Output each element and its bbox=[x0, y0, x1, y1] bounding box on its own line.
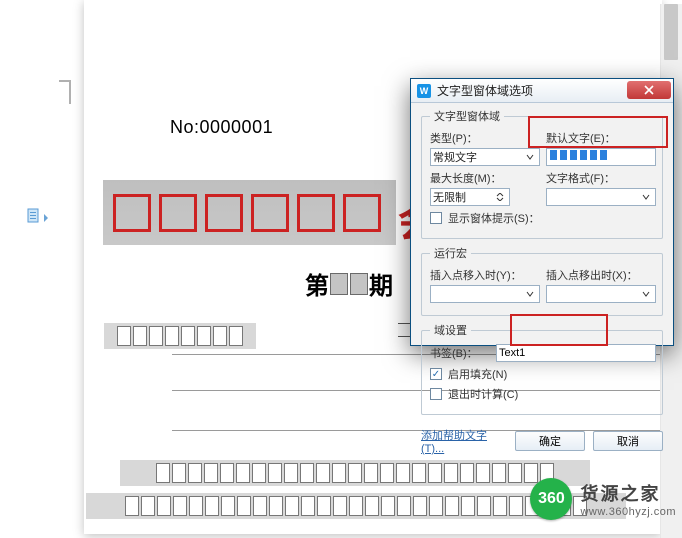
page-thumbnail-icon[interactable] bbox=[26, 208, 42, 224]
issue-prefix: 第 bbox=[305, 266, 329, 301]
chevron-down-icon bbox=[639, 190, 653, 204]
maxlen-label: 最大长度(M)： bbox=[430, 170, 540, 186]
text-form-field-options-dialog: W 文字型窗体域选项 文字型窗体域 类型(P)： 常规文字 默认文字(E)： bbox=[410, 78, 674, 346]
cancel-button[interactable]: 取消 bbox=[593, 431, 663, 451]
dialog-body: 文字型窗体域 类型(P)： 常规文字 默认文字(E)： bbox=[411, 103, 673, 427]
on-enter-label: 插入点移入时(Y)： bbox=[430, 267, 540, 283]
group-text-form-field: 文字型窗体域 类型(P)： 常规文字 默认文字(E)： bbox=[421, 108, 663, 239]
title-char-slot bbox=[297, 194, 335, 232]
title-char-slot bbox=[205, 194, 243, 232]
serial-number: No:0000001 bbox=[170, 117, 273, 138]
format-select[interactable] bbox=[546, 188, 656, 206]
serial-prefix: No: bbox=[170, 117, 200, 137]
app-icon: W bbox=[417, 84, 431, 98]
dropdown-caret-icon bbox=[44, 214, 48, 222]
title-char-slot bbox=[159, 194, 197, 232]
watermark-url: www.360hyzj.com bbox=[580, 506, 676, 518]
type-label: 类型(P)： bbox=[430, 130, 540, 146]
chevron-down-icon bbox=[523, 150, 537, 164]
ok-button[interactable]: 确定 bbox=[515, 431, 585, 451]
show-prompt-checkbox[interactable] bbox=[430, 212, 442, 224]
group-legend: 域设置 bbox=[430, 322, 471, 338]
calc-on-exit-checkbox[interactable] bbox=[430, 388, 442, 400]
default-text-input[interactable] bbox=[546, 148, 656, 166]
default-text-selection bbox=[549, 149, 653, 161]
title-char-slot bbox=[113, 194, 151, 232]
watermark-badge: 360 bbox=[530, 478, 572, 520]
stepper-icon bbox=[493, 190, 507, 204]
group-legend: 运行宏 bbox=[430, 245, 471, 261]
fill-enabled-checkbox[interactable] bbox=[430, 368, 442, 380]
calc-on-exit-label: 退出时计算(C) bbox=[448, 386, 518, 402]
chevron-down-icon bbox=[639, 287, 653, 301]
maxlen-value: 无限制 bbox=[433, 189, 466, 205]
type-select-value: 常规文字 bbox=[433, 149, 477, 165]
type-select[interactable]: 常规文字 bbox=[430, 148, 540, 166]
maxlen-stepper[interactable]: 无限制 bbox=[430, 188, 510, 206]
issue-slot[interactable] bbox=[350, 273, 368, 295]
issue-suffix: 期 bbox=[369, 266, 393, 301]
on-exit-select[interactable] bbox=[546, 285, 656, 303]
dialog-title: 文字型窗体域选项 bbox=[437, 82, 533, 99]
close-button[interactable] bbox=[627, 81, 671, 99]
issue-slot[interactable] bbox=[330, 273, 348, 295]
serial-value: 0000001 bbox=[200, 117, 274, 137]
dialog-button-row: 添加帮助文字(T)... 确定 取消 bbox=[411, 427, 673, 457]
form-field-strip[interactable] bbox=[120, 460, 590, 486]
watermark-cn: 货源之家 bbox=[580, 480, 676, 506]
bookmark-input[interactable] bbox=[496, 344, 656, 362]
title-char-slot bbox=[251, 194, 289, 232]
watermark-text: 货源之家 www.360hyzj.com bbox=[580, 480, 676, 518]
fill-enabled-label: 启用填充(N) bbox=[448, 366, 507, 382]
on-enter-select[interactable] bbox=[430, 285, 540, 303]
watermark: 360 货源之家 www.360hyzj.com bbox=[530, 478, 676, 520]
add-help-text-button[interactable]: 添加帮助文字(T)... bbox=[421, 431, 507, 451]
on-exit-label: 插入点移出时(X)： bbox=[546, 267, 656, 283]
scrollbar-thumb[interactable] bbox=[664, 4, 678, 60]
title-field-row[interactable] bbox=[103, 180, 396, 245]
title-char-slot bbox=[343, 194, 381, 232]
format-label: 文字格式(F)： bbox=[546, 170, 656, 186]
close-icon bbox=[644, 85, 654, 95]
issue-number: 第 期 bbox=[305, 266, 393, 301]
chevron-down-icon bbox=[523, 287, 537, 301]
form-field-strip[interactable] bbox=[104, 323, 256, 349]
bookmark-label: 书签(B)： bbox=[430, 345, 490, 361]
group-legend: 文字型窗体域 bbox=[430, 108, 504, 124]
dialog-titlebar[interactable]: W 文字型窗体域选项 bbox=[411, 79, 673, 103]
default-text-label: 默认文字(E)： bbox=[546, 130, 656, 146]
group-field-settings: 域设置 书签(B)： 启用填充(N) 退出时计算(C) bbox=[421, 322, 663, 415]
show-prompt-label: 显示窗体提示(S)： bbox=[448, 210, 540, 226]
group-run-macro: 运行宏 插入点移入时(Y)： 插入点移出时(X)： bbox=[421, 245, 663, 316]
